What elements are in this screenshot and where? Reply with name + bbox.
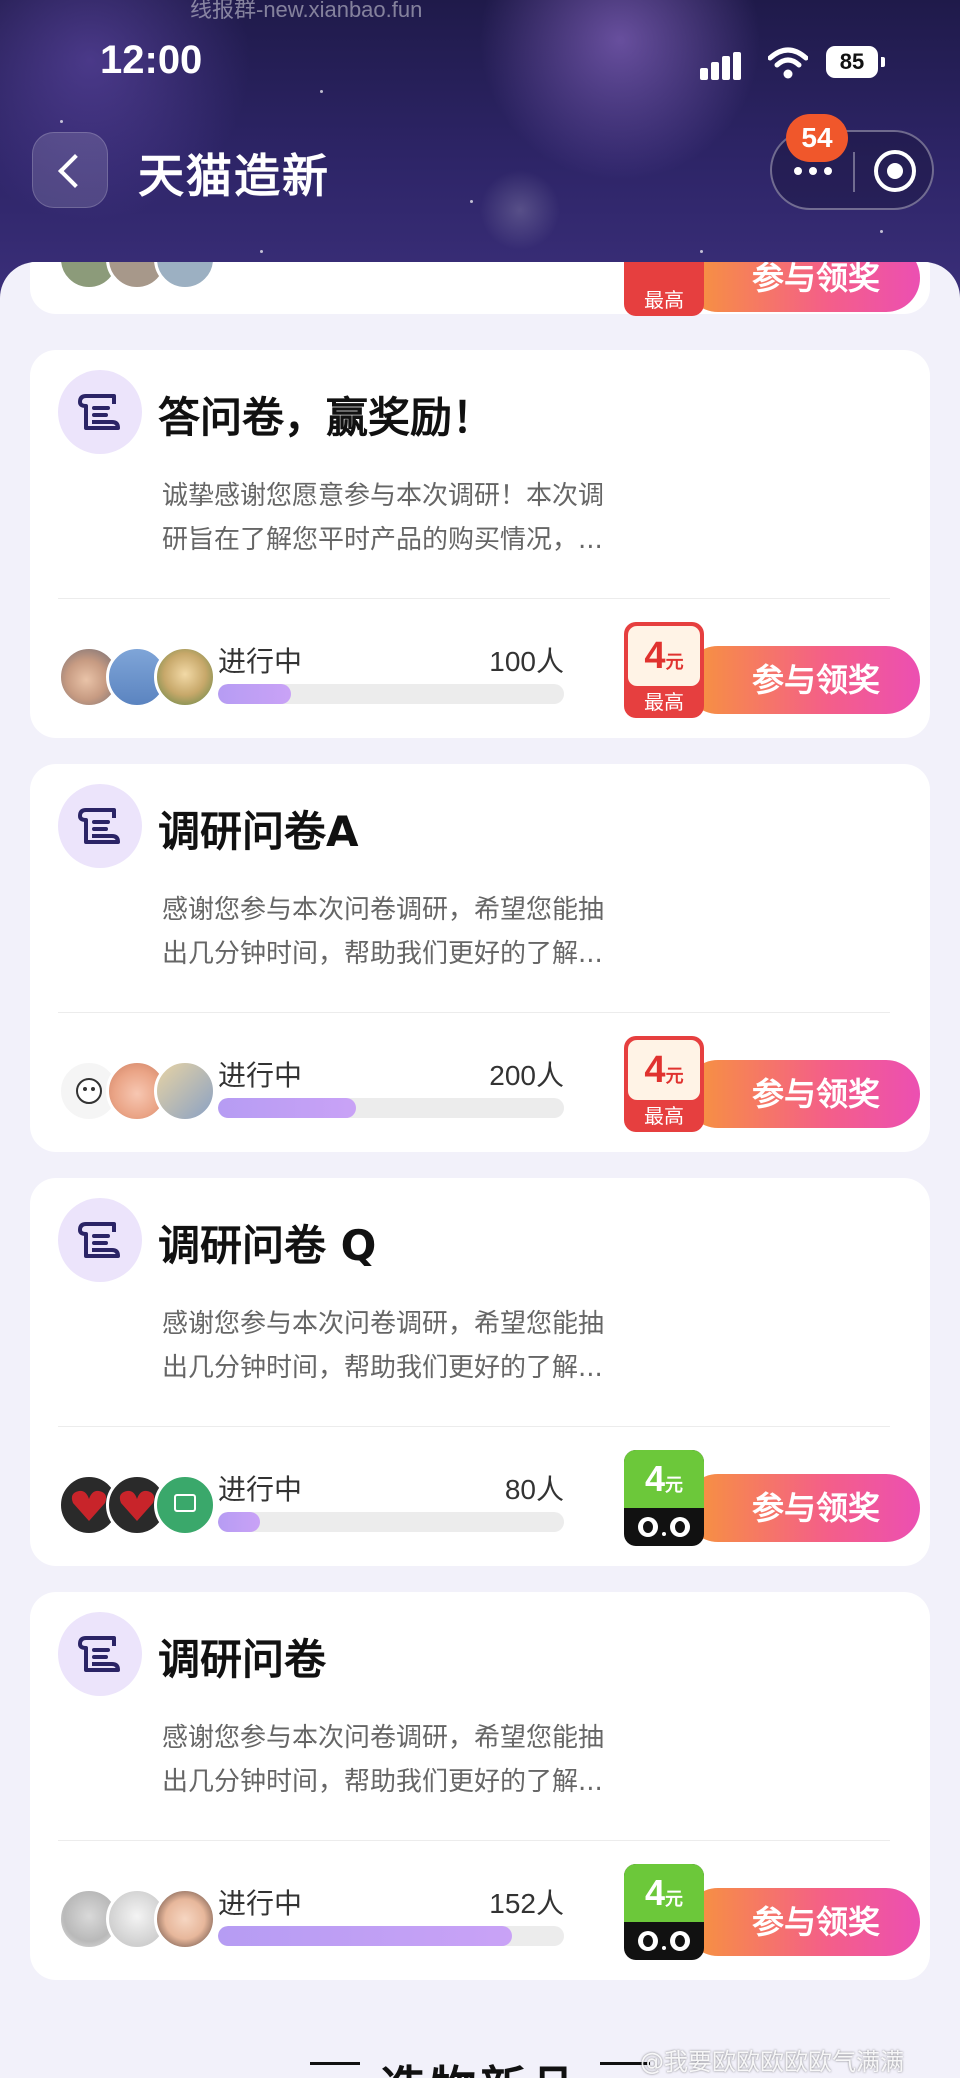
progress-bar xyxy=(218,1512,564,1532)
join-reward-button[interactable]: 参与领奖 xyxy=(684,1060,920,1128)
participant-avatars xyxy=(58,646,218,708)
section-title: 造物新品 xyxy=(380,2052,580,2078)
join-reward-cta[interactable]: 参与领奖 4元 xyxy=(624,1864,920,1960)
progress-bar xyxy=(218,1926,564,1946)
avatar xyxy=(154,1474,216,1536)
survey-scroll-icon xyxy=(58,1612,142,1696)
participant-avatars xyxy=(58,1888,218,1950)
survey-status: 进行中 xyxy=(218,1887,303,1920)
notification-badge: 54 xyxy=(786,114,848,162)
reward-badge: 4元 最高 xyxy=(624,1036,704,1132)
join-reward-cta[interactable]: 参与领奖 最高 xyxy=(624,262,920,316)
participant-count: 200人 xyxy=(489,1060,564,1091)
target-icon[interactable] xyxy=(874,150,916,192)
progress-bar xyxy=(218,684,564,704)
survey-description: 感谢您参与本次问卷调研，希望您能抽 出几分钟时间，帮助我们更好的了解... xyxy=(162,895,605,969)
signal-icon xyxy=(700,52,741,80)
join-reward-button[interactable]: 参与领奖 xyxy=(684,262,920,312)
progress-bar xyxy=(218,1098,564,1118)
survey-scroll-icon xyxy=(58,1198,142,1282)
reward-tag: 最高 xyxy=(644,1104,684,1128)
survey-card[interactable]: 答问卷，赢奖励！ 诚挚感谢您愿意参与本次调研！本次调 研旨在了解您平时产品的购买… xyxy=(30,350,930,738)
survey-card[interactable]: 调研问卷 Q 感谢您参与本次问卷调研，希望您能抽 出几分钟时间，帮助我们更好的了… xyxy=(30,1178,930,1566)
avatar xyxy=(154,262,216,290)
tmall-cat-icon xyxy=(638,1931,690,1951)
join-reward-button[interactable]: 参与领奖 xyxy=(684,646,920,714)
reward-badge: 最高 xyxy=(624,262,704,316)
join-reward-button[interactable]: 参与领奖 xyxy=(684,1888,920,1956)
reward-badge: 4元 最高 xyxy=(624,622,704,718)
survey-scroll-icon xyxy=(58,784,142,868)
divider xyxy=(58,1840,890,1841)
page-title: 天猫造新 xyxy=(138,149,330,203)
survey-title: 调研问卷 xyxy=(158,1635,327,1684)
participant-avatars xyxy=(58,262,218,290)
survey-scroll-icon xyxy=(58,370,142,454)
status-bar: 12:00 85 xyxy=(0,0,960,120)
join-reward-cta[interactable]: 参与领奖 4元 最高 xyxy=(624,622,920,718)
participant-avatars xyxy=(58,1474,218,1536)
survey-description: 感谢您参与本次问卷调研，希望您能抽 出几分钟时间，帮助我们更好的了解... xyxy=(162,1309,605,1383)
survey-title: 调研问卷A xyxy=(158,807,359,856)
avatar xyxy=(154,1060,216,1122)
reward-amount: 4 xyxy=(644,1049,666,1091)
reward-badge: 4元 xyxy=(624,1864,704,1960)
reward-amount: 4 xyxy=(644,1458,666,1499)
participant-avatars xyxy=(58,1060,218,1122)
divider xyxy=(58,598,890,599)
reward-amount: 4 xyxy=(644,1872,666,1913)
reward-tag: 最高 xyxy=(644,690,684,714)
reward-tag: 最高 xyxy=(644,288,684,312)
header: 线报群-new.xianbao.fun 12:00 85 天猫造新 54 xyxy=(0,0,960,300)
survey-card[interactable]: 调研问卷A 感谢您参与本次问卷调研，希望您能抽 出几分钟时间，帮助我们更好的了解… xyxy=(30,764,930,1152)
reward-badge: 4元 xyxy=(624,1450,704,1546)
survey-status: 进行中 xyxy=(218,1473,303,1506)
chevron-left-icon xyxy=(58,154,92,188)
wifi-icon xyxy=(768,47,808,79)
join-reward-cta[interactable]: 参与领奖 4元 xyxy=(624,1450,920,1546)
survey-list: 参与领奖 最高 答问卷，赢奖励！ 诚挚感谢您愿意参与本次调研！本次调 研旨在了解… xyxy=(0,262,960,2078)
avatar xyxy=(154,646,216,708)
survey-status: 进行中 xyxy=(218,645,303,678)
participant-count: 80人 xyxy=(504,1474,564,1505)
battery-icon: 85 xyxy=(826,46,885,78)
watermark-text: @我要欧欧欧欧欧气满满 xyxy=(640,2048,904,2076)
back-button[interactable] xyxy=(32,132,108,208)
join-reward-cta[interactable]: 参与领奖 4元 最高 xyxy=(624,1036,920,1132)
survey-card[interactable]: 调研问卷 感谢您参与本次问卷调研，希望您能抽 出几分钟时间，帮助我们更好的了解.… xyxy=(30,1592,930,1980)
reward-amount: 4 xyxy=(644,635,666,677)
survey-card-partial: 参与领奖 最高 xyxy=(30,262,930,316)
survey-title: 调研问卷 Q xyxy=(158,1221,377,1270)
survey-status: 进行中 xyxy=(218,1059,303,1092)
survey-description: 感谢您参与本次问卷调研，希望您能抽 出几分钟时间，帮助我们更好的了解... xyxy=(162,1723,605,1797)
participant-count: 152人 xyxy=(489,1888,564,1919)
status-time: 12:00 xyxy=(100,38,203,82)
divider xyxy=(58,1012,890,1013)
divider xyxy=(58,1426,890,1427)
section-title-line-left xyxy=(310,2062,360,2065)
join-reward-button[interactable]: 参与领奖 xyxy=(684,1474,920,1542)
tmall-cat-icon xyxy=(638,1517,690,1537)
survey-description: 诚挚感谢您愿意参与本次调研！本次调 研旨在了解您平时产品的购买情况，... xyxy=(162,481,605,555)
avatar xyxy=(154,1888,216,1950)
participant-count: 100人 xyxy=(489,646,564,677)
survey-title: 答问卷，赢奖励！ xyxy=(158,393,495,442)
